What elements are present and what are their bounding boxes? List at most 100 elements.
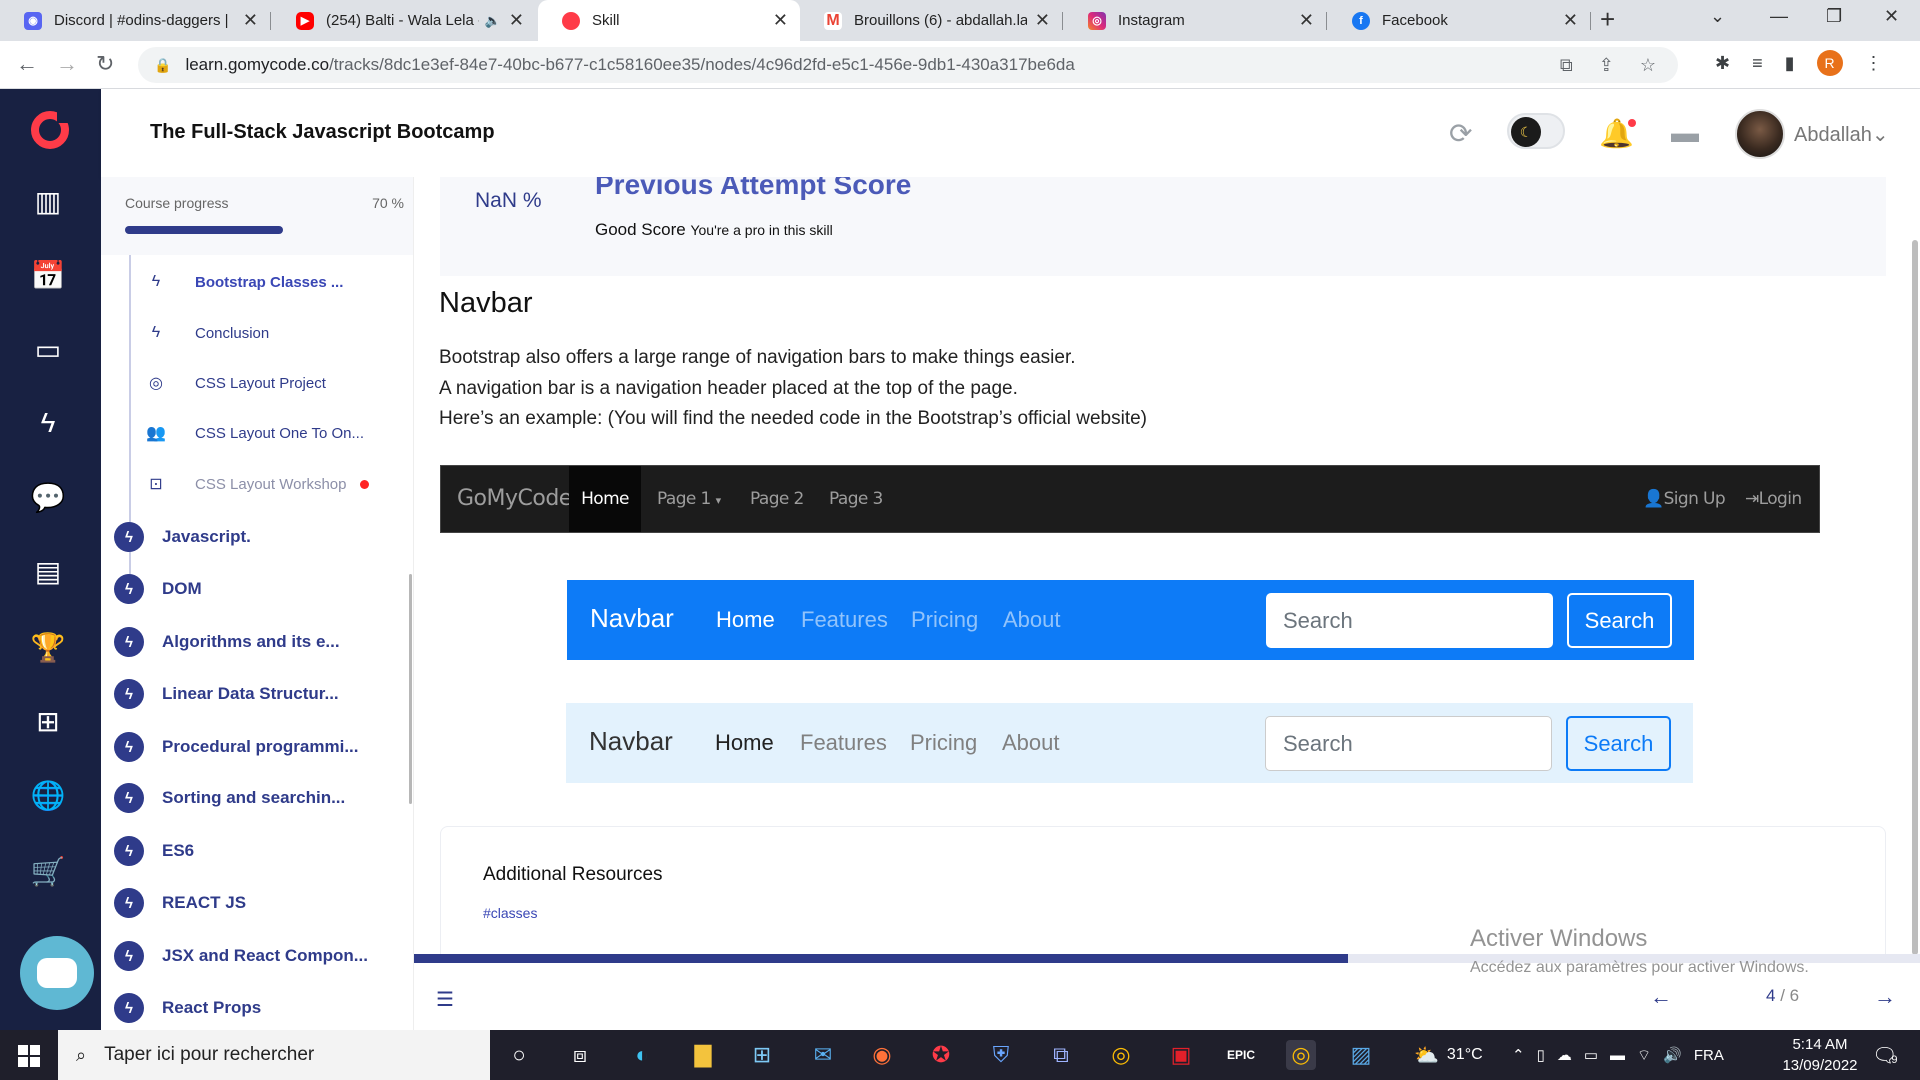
translate-icon[interactable]: ⧉ bbox=[1560, 55, 1573, 76]
close-tab-icon[interactable]: ✕ bbox=[773, 10, 788, 31]
sidebar-item-conclusion[interactable]: ϟ Conclusion bbox=[145, 318, 269, 348]
trophy-icon[interactable]: 🏆 bbox=[28, 627, 68, 667]
module-es6[interactable]: ϟ ES6 bbox=[114, 835, 194, 867]
temperature: 31°C bbox=[1446, 1046, 1483, 1063]
gomycode-logo[interactable] bbox=[31, 109, 71, 149]
sidebar-item-css-layout-one-to-one[interactable]: 👥 CSS Layout One To On... bbox=[145, 418, 364, 448]
chrome-icon[interactable]: ◎ bbox=[1106, 1040, 1136, 1070]
browser-tab-instagram[interactable]: ◎ Instagram ✕ bbox=[1064, 0, 1326, 41]
device-icon[interactable]: ▯ bbox=[1537, 1046, 1545, 1064]
close-tab-icon[interactable]: ✕ bbox=[1299, 10, 1314, 31]
laptop-icon[interactable]: ▭ bbox=[28, 329, 68, 369]
volume-icon[interactable]: 🔊 bbox=[1663, 1046, 1682, 1064]
chat-icon[interactable]: 💬 bbox=[28, 477, 68, 517]
module-linear-data-structures[interactable]: ϟ Linear Data Structur... bbox=[114, 678, 339, 710]
module-procedural-programming[interactable]: ϟ Procedural programmi... bbox=[114, 731, 359, 763]
media-control-icon[interactable]: ≡ bbox=[1752, 53, 1763, 74]
store-icon[interactable]: ⊞ bbox=[747, 1040, 777, 1070]
browser-tab-gmail[interactable]: M Brouillons (6) - abdallah.lah ✕ bbox=[800, 0, 1062, 41]
paragraph: Bootstrap also offers a large range of n… bbox=[439, 347, 1076, 368]
browser-tab-skill[interactable]: Skill ✕ bbox=[538, 0, 800, 41]
close-tab-icon[interactable]: ✕ bbox=[243, 10, 258, 31]
browser-tab-facebook[interactable]: f Facebook ✕ bbox=[1328, 0, 1590, 41]
weather-widget[interactable]: ⛅ 31°C bbox=[1414, 1030, 1483, 1080]
example-link-pricing: Pricing bbox=[910, 730, 978, 755]
notification-center-button[interactable]: 🗨 9 bbox=[1872, 1030, 1898, 1080]
user-avatar[interactable] bbox=[1735, 109, 1785, 159]
maximize-button[interactable]: ❐ bbox=[1826, 6, 1842, 27]
epic-games-icon[interactable]: EPIC bbox=[1226, 1040, 1256, 1070]
task-view-icon[interactable]: ⧈ bbox=[565, 1040, 595, 1070]
next-step-button[interactable]: → bbox=[1874, 984, 1896, 1010]
lock-icon[interactable]: 🔒 bbox=[154, 57, 171, 74]
tab-search-icon[interactable]: ⌄ bbox=[1710, 6, 1725, 27]
cortana-icon[interactable]: ○ bbox=[504, 1040, 534, 1070]
profile-avatar[interactable]: R bbox=[1816, 50, 1843, 76]
audio-playing-icon[interactable]: 🔈 bbox=[485, 13, 501, 29]
address-bar[interactable]: 🔒 learn.gomycode.co/tracks/8dc1e3ef-84e7… bbox=[138, 47, 1678, 83]
defender-icon[interactable]: ⛨ bbox=[986, 1040, 1016, 1070]
bookmark-star-icon[interactable]: ☆ bbox=[1640, 55, 1656, 76]
sync-icon[interactable]: ⟳ bbox=[1449, 117, 1472, 150]
module-algorithms[interactable]: ϟ Algorithms and its e... bbox=[114, 626, 340, 658]
previous-step-button[interactable]: ← bbox=[1650, 984, 1672, 1010]
display-icon[interactable]: ▭ bbox=[1584, 1046, 1598, 1064]
share-icon[interactable]: ⇪ bbox=[1599, 55, 1614, 76]
module-javascript[interactable]: ϟ Javascript. bbox=[114, 521, 251, 553]
side-panel-icon[interactable]: ▮ bbox=[1785, 53, 1795, 74]
globe-icon[interactable]: 🌐 bbox=[28, 775, 68, 815]
sidebar-item-css-layout-project[interactable]: ◎ CSS Layout Project bbox=[145, 368, 326, 398]
sidebar-scrollbar[interactable] bbox=[409, 574, 412, 804]
content-scrollbar[interactable] bbox=[1912, 240, 1918, 955]
user-menu[interactable]: Abdallah⌄ bbox=[1794, 122, 1889, 147]
hierarchy-icon[interactable]: ⊞ bbox=[28, 701, 68, 741]
chrome-profile-icon[interactable]: ◎ bbox=[1286, 1040, 1316, 1070]
remote-desktop-icon[interactable]: ⧉ bbox=[1046, 1040, 1076, 1070]
module-sorting-searching[interactable]: ϟ Sorting and searchin... bbox=[114, 782, 345, 814]
messages-icon[interactable]: ▬ bbox=[1671, 117, 1699, 149]
show-hidden-icons-icon[interactable]: ⌃ bbox=[1512, 1046, 1525, 1064]
reload-button[interactable]: ↻ bbox=[96, 51, 114, 77]
calendar-icon[interactable]: 📅 bbox=[28, 255, 68, 295]
back-button[interactable]: ← bbox=[16, 51, 38, 77]
close-tab-icon[interactable]: ✕ bbox=[509, 10, 524, 31]
close-tab-icon[interactable]: ✕ bbox=[1035, 10, 1050, 31]
valorant-icon[interactable]: ✪ bbox=[926, 1040, 956, 1070]
extensions-puzzle-icon[interactable]: ✱ bbox=[1715, 53, 1730, 74]
taskbar-clock[interactable]: 5:14 AM 13/09/2022 bbox=[1770, 1034, 1870, 1076]
taskbar-search-box[interactable]: ⌕ Taper ici pour rechercher bbox=[58, 1030, 490, 1080]
cart-icon[interactable]: 🛒 bbox=[28, 851, 68, 891]
lightning-icon[interactable]: ϟ bbox=[28, 403, 68, 443]
browser-tab-discord[interactable]: ◉ Discord | #odins-daggers | ✕ bbox=[0, 0, 270, 41]
minimize-button[interactable]: — bbox=[1770, 6, 1788, 27]
sidebar-item-bootstrap-classes[interactable]: ϟ Bootstrap Classes ... bbox=[145, 267, 344, 297]
support-chat-button[interactable] bbox=[20, 936, 94, 1010]
photos-icon[interactable]: ▨ bbox=[1346, 1040, 1376, 1070]
firefox-icon[interactable]: ◉ bbox=[867, 1040, 897, 1070]
app-red-icon[interactable]: ▣ bbox=[1166, 1040, 1196, 1070]
language-indicator[interactable]: FRA bbox=[1694, 1047, 1724, 1064]
sidebar-item-css-layout-workshop[interactable]: ⊡ CSS Layout Workshop bbox=[145, 469, 370, 499]
module-jsx-react-components[interactable]: ϟ JSX and React Compon... bbox=[114, 940, 368, 972]
dark-mode-toggle[interactable]: ☾ bbox=[1507, 113, 1565, 149]
cloud-icon[interactable]: ☁ bbox=[1557, 1046, 1572, 1064]
close-tab-icon[interactable]: ✕ bbox=[1563, 10, 1578, 31]
browser-menu-icon[interactable]: ⋮ bbox=[1865, 53, 1883, 74]
wifi-icon[interactable]: ⌔ bbox=[1637, 1046, 1651, 1065]
module-react-js[interactable]: ϟ REACT JS bbox=[114, 887, 246, 919]
mail-icon[interactable]: ✉ bbox=[808, 1040, 838, 1070]
edge-icon[interactable]: ◐ bbox=[627, 1040, 657, 1070]
forward-button[interactable]: → bbox=[56, 51, 78, 77]
browser-tab-youtube[interactable]: ▶ (254) Balti - Wala Lela - 🔈 ✕ bbox=[272, 0, 536, 41]
document-icon[interactable]: ▤ bbox=[28, 551, 68, 591]
battery-icon[interactable]: ▬ bbox=[1610, 1047, 1625, 1064]
windows-start-button[interactable] bbox=[18, 1045, 40, 1067]
outline-list-icon[interactable]: ☰ bbox=[436, 987, 454, 1012]
file-explorer-icon[interactable]: ▇ bbox=[688, 1040, 718, 1070]
close-window-button[interactable]: ✕ bbox=[1884, 6, 1899, 27]
resource-tag-link[interactable]: #classes bbox=[483, 905, 537, 921]
module-dom[interactable]: ϟ DOM bbox=[114, 573, 202, 605]
new-tab-button[interactable]: + bbox=[1600, 4, 1615, 35]
module-react-props[interactable]: ϟ React Props bbox=[114, 992, 261, 1024]
dashboard-icon[interactable]: ▥ bbox=[28, 181, 68, 221]
